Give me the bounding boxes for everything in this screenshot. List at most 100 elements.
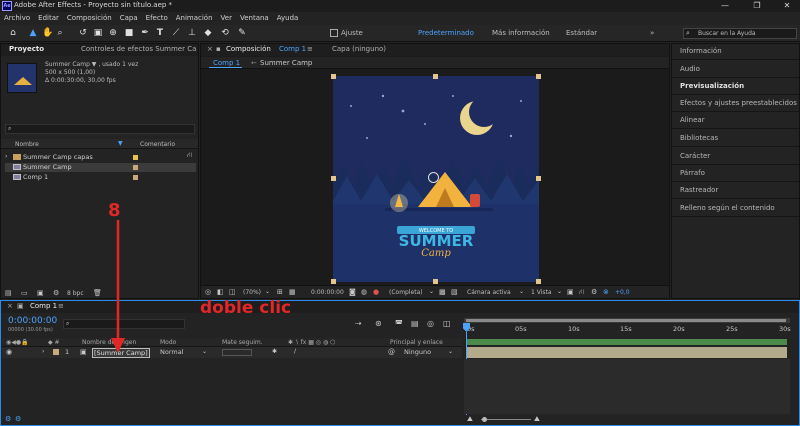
- graph-editor-icon[interactable]: ◫: [443, 319, 451, 328]
- draft-3d-icon[interactable]: ⊛: [375, 319, 382, 328]
- snap-checkbox[interactable]: [330, 29, 338, 37]
- new-composition-icon[interactable]: ▣: [37, 289, 44, 297]
- tab-composicion[interactable]: Composición: [226, 45, 271, 53]
- panel-parrafo[interactable]: Párrafo: [680, 169, 705, 177]
- home-icon[interactable]: ⌂: [8, 28, 18, 38]
- zoom-tool-icon[interactable]: ⌕: [55, 28, 65, 38]
- brush-tool-icon[interactable]: ⟋: [171, 28, 181, 38]
- transform-handle[interactable]: [433, 74, 438, 79]
- interpret-footage-icon[interactable]: ▤: [5, 289, 12, 297]
- workspace-mas-informacion[interactable]: Más información: [492, 29, 550, 37]
- tab-controles-efectos[interactable]: Controles de efectos Summer Ca: [81, 45, 196, 53]
- toggle-modes-icon[interactable]: ⚙: [15, 415, 21, 423]
- hand-tool-icon[interactable]: ✋: [42, 28, 53, 38]
- pan-behind-tool-icon[interactable]: ⊕: [108, 28, 118, 38]
- project-search-input[interactable]: ⌕: [5, 124, 195, 134]
- zoom-slider-thumb[interactable]: [482, 417, 487, 422]
- track-matte-dropdown[interactable]: [222, 349, 252, 356]
- pen-tool-icon[interactable]: ✒: [140, 28, 150, 38]
- layer-duration-bar[interactable]: [467, 347, 787, 358]
- selection-tool-icon[interactable]: ▲: [28, 28, 38, 38]
- pixel-aspect-icon[interactable]: ▣: [567, 288, 574, 296]
- transform-handle[interactable]: [536, 279, 541, 284]
- close-button[interactable]: ✕: [772, 0, 800, 12]
- parent-dropdown[interactable]: Ninguno: [404, 348, 431, 356]
- tab-comp-name[interactable]: Comp 1: [279, 45, 306, 53]
- tab-layer[interactable]: Capa (ninguno): [332, 45, 386, 53]
- flowchart-icon[interactable]: ⛙: [579, 288, 584, 297]
- zoom-dropdown[interactable]: (70%): [243, 289, 261, 296]
- comp-mini-flowchart-icon[interactable]: ⇢: [355, 319, 362, 328]
- label-color-swatch[interactable]: [53, 349, 59, 355]
- zoom-in-icon[interactable]: ⛰: [534, 415, 540, 424]
- column-parent[interactable]: Principal y enlace: [390, 339, 443, 346]
- transform-handle[interactable]: [536, 176, 541, 181]
- menu-capa[interactable]: Capa: [116, 12, 142, 22]
- fast-previews-icon[interactable]: ▩: [439, 288, 446, 296]
- breadcrumb-summer-camp[interactable]: Summer Camp: [260, 59, 312, 67]
- chevron-down-icon[interactable]: ⌄: [448, 348, 453, 355]
- menu-archivo[interactable]: Archivo: [0, 12, 34, 22]
- menu-ventana[interactable]: Ventana: [236, 12, 273, 22]
- more-workspaces-icon[interactable]: »: [650, 29, 654, 37]
- lock-icon[interactable]: ▪: [216, 45, 221, 53]
- settings-icon[interactable]: ⚙: [53, 289, 59, 297]
- collapse-switch-icon[interactable]: ✱: [272, 348, 277, 355]
- views-dropdown[interactable]: 1 Vista: [531, 289, 552, 296]
- anchor-point-icon[interactable]: [428, 172, 439, 183]
- menu-animacion[interactable]: Animación: [172, 12, 217, 22]
- close-tab-icon[interactable]: ×: [207, 45, 213, 53]
- transparency-grid-icon[interactable]: ▧: [451, 288, 458, 296]
- pick-whip-icon[interactable]: @: [388, 348, 395, 356]
- rectangle-tool-icon[interactable]: ■: [124, 28, 134, 38]
- project-item-summer-camp[interactable]: Summer Camp: [5, 163, 196, 172]
- panel-caracter[interactable]: Carácter: [680, 152, 710, 160]
- viewer-timecode[interactable]: 0:00:00:00: [311, 289, 344, 296]
- panel-previsualizacion[interactable]: Previsualización: [680, 82, 744, 90]
- expand-arrow-icon[interactable]: ›: [42, 348, 44, 355]
- toggle-transparency-grid-icon[interactable]: ▦: [289, 288, 296, 296]
- show-snapshot-icon[interactable]: ◍: [361, 288, 367, 296]
- camera-dropdown[interactable]: Cámara activa: [467, 289, 511, 296]
- transform-handle[interactable]: [331, 279, 336, 284]
- label-color-swatch[interactable]: [133, 165, 138, 170]
- panel-rastreador[interactable]: Rastreador: [680, 186, 718, 194]
- eye-icon[interactable]: ◉: [6, 348, 12, 356]
- bit-depth-label[interactable]: 8 bpc: [67, 290, 84, 297]
- workspace-estandar[interactable]: Estándar: [566, 29, 597, 37]
- exposure-icon[interactable]: ⊗: [603, 288, 609, 296]
- chevron-down-icon[interactable]: ⌄: [202, 348, 207, 355]
- label-color-swatch[interactable]: [133, 175, 138, 180]
- panel-efectos[interactable]: Efectos y ajustes preestablecidos: [680, 99, 797, 107]
- maximize-button[interactable]: ❐: [742, 0, 772, 12]
- preview-toggle-icon[interactable]: ◎: [205, 288, 211, 296]
- eraser-tool-icon[interactable]: ◆: [203, 28, 213, 38]
- color-channels-icon[interactable]: ●: [373, 288, 379, 296]
- workspace-predeterminado[interactable]: Predeterminado: [418, 29, 474, 37]
- menu-ayuda[interactable]: Ayuda: [273, 12, 303, 22]
- project-item-folder[interactable]: › Summer Camp capas: [5, 153, 196, 162]
- mask-visibility-icon[interactable]: ◧: [217, 288, 224, 296]
- transform-handle[interactable]: [331, 74, 336, 79]
- layer-row[interactable]: ◉ › 1 ▣ [Summer Camp] Normal ⌄ ✱ ∕ @ Nin…: [2, 347, 462, 358]
- menu-ver[interactable]: Ver: [217, 12, 236, 22]
- zoom-slider[interactable]: [481, 419, 531, 420]
- transform-handle[interactable]: [433, 279, 438, 284]
- frame-blending-icon[interactable]: ▤: [411, 319, 419, 328]
- title-action-safe-icon[interactable]: ⊞: [277, 288, 283, 296]
- flowchart-icon[interactable]: ⛙: [187, 151, 192, 160]
- column-name[interactable]: Nombre: [15, 141, 39, 148]
- chevron-down-icon[interactable]: ⌄: [519, 288, 524, 295]
- chevron-down-icon[interactable]: ⌄: [557, 288, 562, 295]
- snapshot-icon[interactable]: ◙: [349, 288, 356, 296]
- column-comment[interactable]: Comentario: [140, 141, 175, 148]
- transform-handle[interactable]: [331, 176, 336, 181]
- layer-mode-dropdown[interactable]: Normal: [160, 348, 184, 356]
- transform-handle[interactable]: [536, 74, 541, 79]
- panel-alinear[interactable]: Alinear: [680, 116, 705, 124]
- work-area-range[interactable]: [466, 319, 786, 322]
- tab-proyecto[interactable]: Proyecto: [9, 45, 44, 53]
- motion-blur-icon[interactable]: ◎: [427, 319, 434, 328]
- region-of-interest-icon[interactable]: ◫: [229, 288, 236, 296]
- menu-editar[interactable]: Editar: [34, 12, 63, 22]
